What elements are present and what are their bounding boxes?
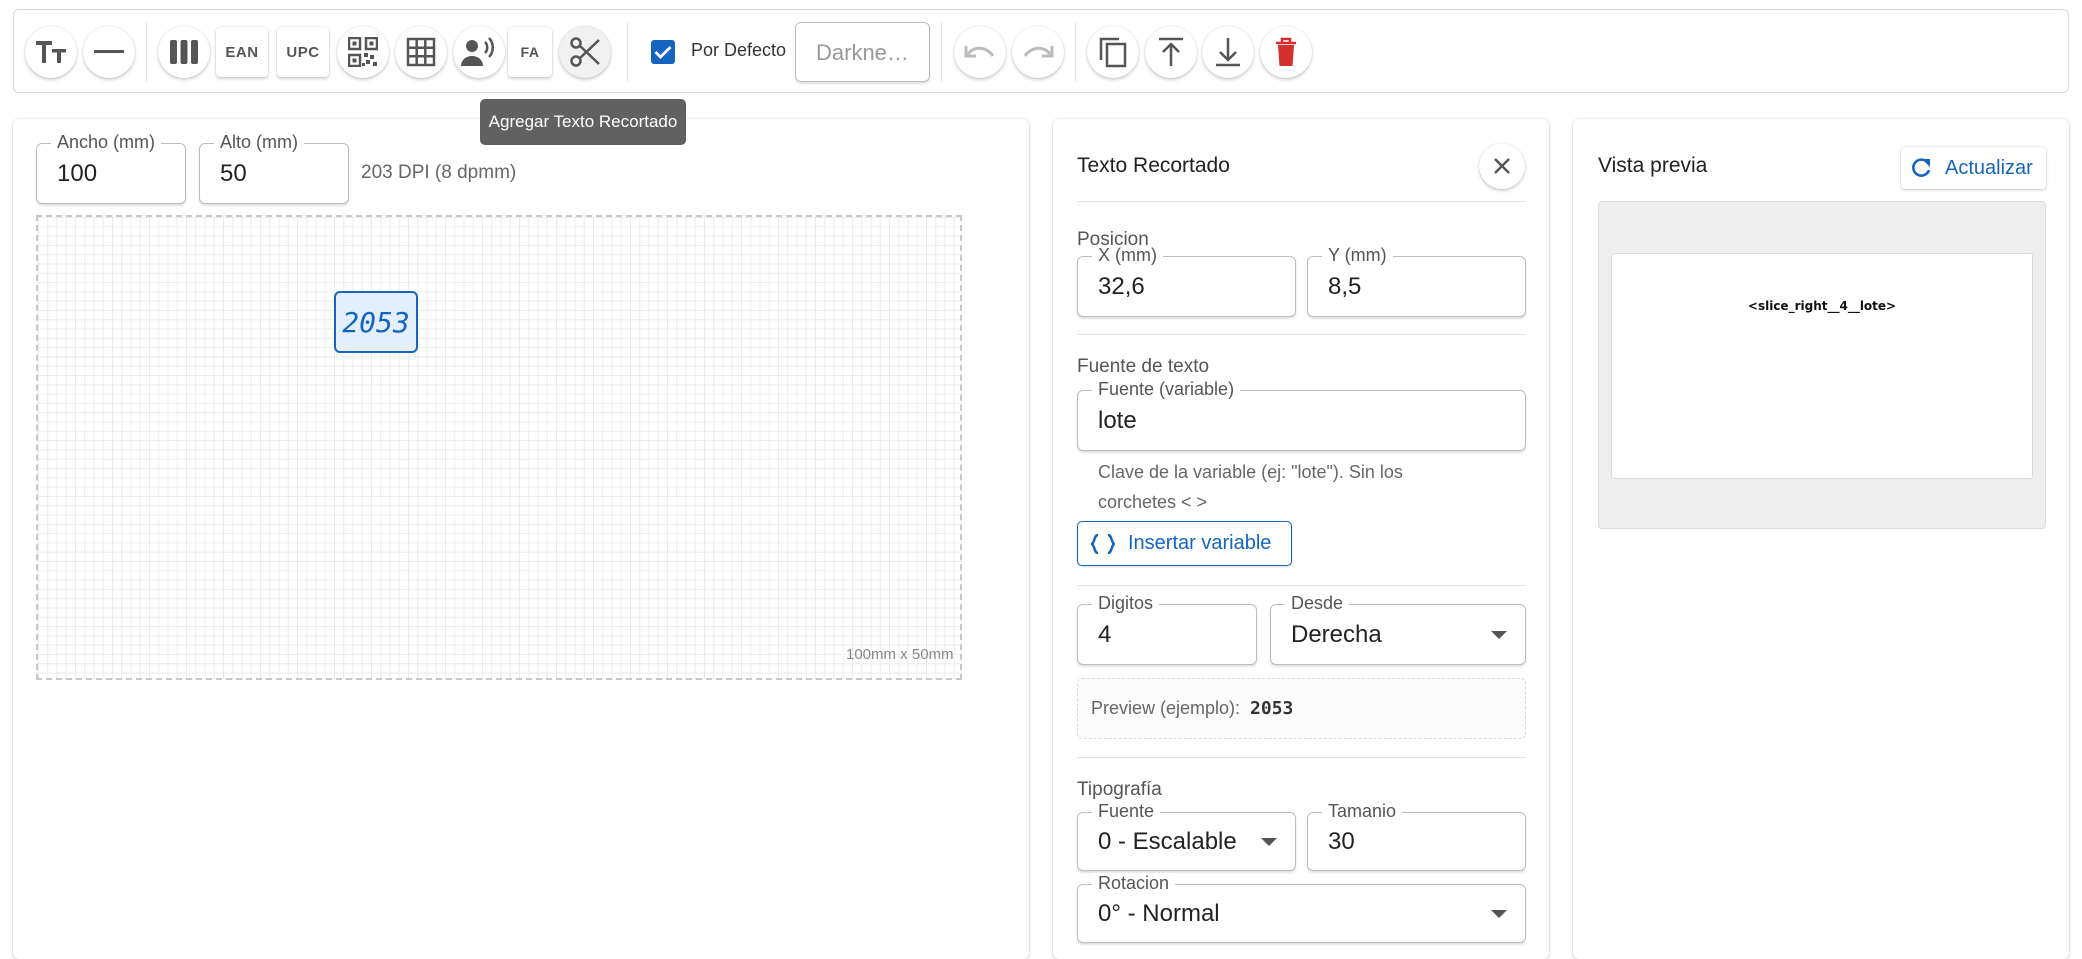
default-checkbox[interactable] <box>651 40 675 64</box>
divider <box>1077 585 1526 586</box>
preview-rendered-text: <slice_right__4__lote> <box>1747 299 1897 313</box>
ean-label: EAN <box>225 43 259 61</box>
from-select[interactable]: Desde Derecha <box>1270 593 1526 665</box>
add-qr-button[interactable] <box>337 26 389 78</box>
properties-title: Texto Recortado <box>1077 154 1230 177</box>
typography-title: Tipografía <box>1077 779 1162 800</box>
add-upc-button[interactable]: UPC <box>277 27 329 77</box>
source-help-text: Clave de la variable (ej: "lote"). Sin l… <box>1098 462 1403 512</box>
width-value: 100 <box>57 159 98 187</box>
add-voice-button[interactable] <box>453 26 505 78</box>
y-value: 8,5 <box>1328 272 1362 300</box>
digits-field[interactable]: Digitos 4 <box>1077 593 1257 665</box>
font-select[interactable]: Fuente 0 - Escalable <box>1077 801 1296 871</box>
redo-button[interactable] <box>1012 26 1064 78</box>
send-to-back-button[interactable] <box>1202 26 1254 78</box>
redo-icon <box>1023 46 1054 58</box>
qr-code-icon <box>348 37 378 67</box>
add-ean-button[interactable]: EAN <box>216 27 268 77</box>
record-voice-icon <box>461 37 494 66</box>
close-icon <box>1494 158 1510 174</box>
divider <box>1077 757 1526 758</box>
divider <box>1077 201 1526 202</box>
digits-value: 4 <box>1098 620 1112 648</box>
source-variable-field[interactable]: Fuente (variable) lote <box>1077 379 1526 451</box>
duplicate-button[interactable] <box>1087 26 1139 78</box>
add-line-button[interactable] <box>83 26 135 78</box>
insert-variable-button[interactable]: Insertar variable <box>1077 521 1292 566</box>
bring-to-front-button[interactable] <box>1145 26 1197 78</box>
x-field[interactable]: X (mm) 32,6 <box>1077 245 1296 317</box>
width-field[interactable]: Ancho (mm) 100 <box>36 132 186 204</box>
source-value: lote <box>1098 406 1137 434</box>
height-value: 50 <box>220 159 247 187</box>
printer-placeholder: Darkne… <box>816 40 909 65</box>
printer-select[interactable]: Darkne… <box>795 22 930 82</box>
add-barcode-button[interactable] <box>158 26 210 78</box>
canvas-text-element[interactable]: 2053 <box>334 291 418 353</box>
preview-panel-title: Vista previa <box>1598 154 1708 177</box>
text-format-icon <box>36 41 66 63</box>
preview-label-image: <slice_right__4__lote> <box>1611 253 2033 479</box>
scissors-icon <box>570 37 600 67</box>
height-field[interactable]: Alto (mm) 50 <box>199 132 349 204</box>
delete-button[interactable] <box>1260 26 1312 78</box>
rotation-select[interactable]: Rotacion 0° - Normal <box>1077 873 1526 943</box>
align-top-icon <box>1159 37 1183 66</box>
undo-button[interactable] <box>954 26 1006 78</box>
chevron-down-icon <box>1491 630 1507 639</box>
label-canvas[interactable] <box>36 215 962 680</box>
default-checkbox-label: Por Defecto <box>691 40 787 60</box>
align-bottom-icon <box>1216 38 1240 67</box>
code-braces-icon <box>1091 533 1115 554</box>
horizontal-line-icon <box>94 50 124 53</box>
font-value: 0 - Escalable <box>1098 827 1237 855</box>
rotation-value: 0° - Normal <box>1098 899 1220 927</box>
y-field[interactable]: Y (mm) 8,5 <box>1307 245 1526 317</box>
canvas-size-text: 100mm x 50mm <box>846 646 954 663</box>
upc-label: UPC <box>286 43 320 61</box>
copy-icon <box>1099 37 1127 68</box>
tooltip: Agregar Texto Recortado <box>480 99 686 145</box>
close-properties-button[interactable] <box>1479 143 1525 189</box>
chevron-down-icon <box>1261 837 1277 846</box>
barcode-icon <box>170 40 198 64</box>
size-value: 30 <box>1328 827 1355 855</box>
add-table-button[interactable] <box>395 26 447 78</box>
canvas-element-text: 2053 <box>342 305 410 339</box>
add-cut-text-button[interactable] <box>559 26 611 78</box>
add-text-button[interactable] <box>25 26 77 78</box>
check-icon <box>654 46 672 59</box>
undo-icon <box>964 46 995 58</box>
preview-example-box: Preview (ejemplo): 2053 <box>1077 678 1526 739</box>
divider <box>1077 334 1526 335</box>
toolbar-divider <box>146 22 147 82</box>
grid-icon <box>406 37 436 67</box>
source-title: Fuente de texto <box>1077 356 1210 377</box>
preview-area: <slice_right__4__lote> <box>1598 201 2046 529</box>
toolbar-divider <box>941 22 942 82</box>
toolbar-divider <box>627 22 628 82</box>
insert-variable-label: Insertar variable <box>1128 532 1272 554</box>
x-value: 32,6 <box>1098 272 1145 300</box>
preview-example-label: Preview (ejemplo): <box>1091 698 1241 718</box>
size-field[interactable]: Tamanio 30 <box>1307 801 1526 871</box>
chevron-down-icon <box>1491 909 1507 918</box>
dpi-text: 203 DPI (8 dpmm) <box>361 162 517 183</box>
preview-example-value: 2053 <box>1250 698 1294 719</box>
fa-label: FA <box>520 44 540 60</box>
toolbar-divider <box>1075 22 1076 82</box>
add-font-awesome-button[interactable]: FA <box>508 27 552 77</box>
refresh-icon <box>1912 158 1931 177</box>
refresh-preview-button[interactable]: Actualizar <box>1901 147 2046 189</box>
from-value: Derecha <box>1291 620 1382 648</box>
tooltip-text: Agregar Texto Recortado <box>488 112 678 131</box>
refresh-label: Actualizar <box>1945 156 2033 179</box>
trash-icon <box>1276 37 1296 66</box>
